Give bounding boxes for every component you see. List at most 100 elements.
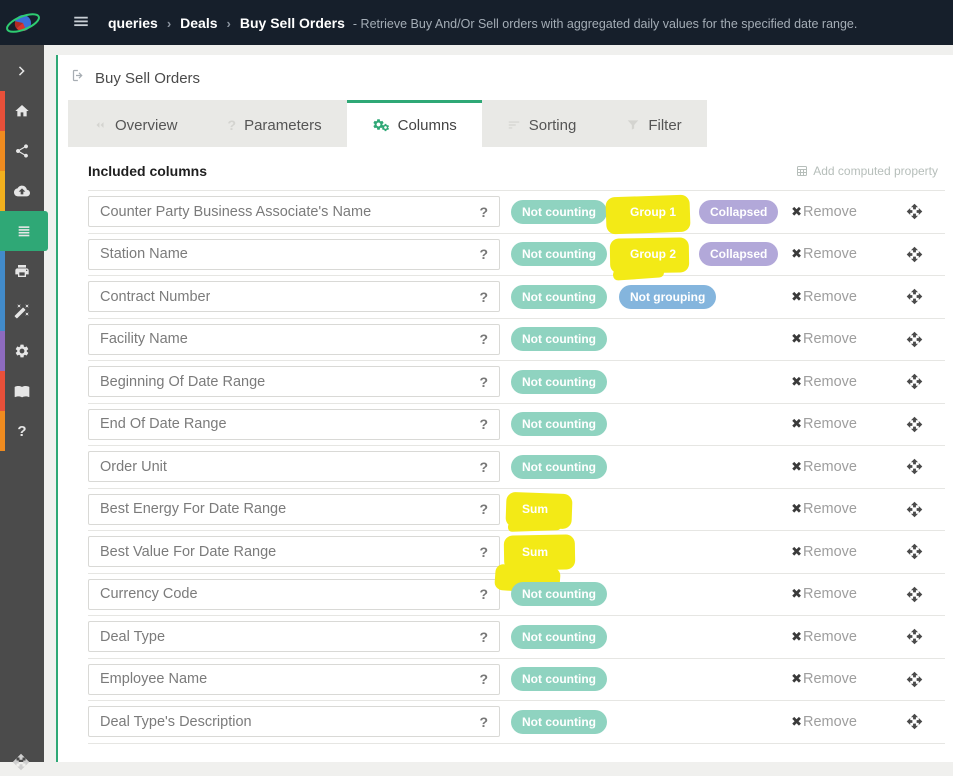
badge-not-counting[interactable]: Not counting xyxy=(511,242,607,266)
column-name-input[interactable]: Order Unit ? xyxy=(88,451,500,482)
move-handle-icon[interactable] xyxy=(906,203,923,220)
help-icon[interactable]: ? xyxy=(479,246,488,262)
add-computed-property-button[interactable]: Add computed property xyxy=(796,164,938,178)
column-name-input[interactable]: Counter Party Business Associate's Name … xyxy=(88,196,500,227)
remove-button[interactable]: ✖ Remove xyxy=(791,501,857,517)
move-handle-icon[interactable] xyxy=(906,501,923,518)
badge-collapsed[interactable]: Collapsed xyxy=(699,242,778,266)
badge-not-counting[interactable]: Not counting xyxy=(511,285,607,309)
remove-button[interactable]: ✖ Remove xyxy=(791,671,857,687)
remove-button[interactable]: ✖ Remove xyxy=(791,544,857,560)
help-icon[interactable]: ? xyxy=(479,374,488,390)
breadcrumb-queries[interactable]: queries xyxy=(108,15,158,31)
sign-out-icon xyxy=(71,68,86,88)
help-icon[interactable]: ? xyxy=(479,416,488,432)
tab-overview[interactable]: Overview xyxy=(68,100,203,147)
sidebar-item-upload[interactable] xyxy=(0,171,44,211)
app-logo[interactable] xyxy=(0,0,46,45)
header-menu-icon[interactable] xyxy=(72,13,92,33)
column-name-input[interactable]: End Of Date Range ? xyxy=(88,409,500,440)
sidebar-item-share[interactable] xyxy=(0,131,44,171)
sidebar-bottom-icon[interactable] xyxy=(12,753,30,771)
remove-button[interactable]: ✖ Remove xyxy=(791,416,857,432)
sidebar-item-print[interactable] xyxy=(0,251,44,291)
column-name-input[interactable]: Deal Type ? xyxy=(88,621,500,652)
help-icon[interactable]: ? xyxy=(479,501,488,517)
tab-filter[interactable]: Filter xyxy=(601,100,706,147)
move-handle-icon[interactable] xyxy=(906,713,923,730)
sidebar-item-wizard[interactable] xyxy=(0,291,44,331)
badge-not-counting[interactable]: Not counting xyxy=(511,710,607,734)
column-name-input[interactable]: Deal Type's Description ? xyxy=(88,706,500,737)
move-handle-icon[interactable] xyxy=(906,416,923,433)
badge-group-2[interactable]: Group 2 xyxy=(619,242,687,266)
remove-button[interactable]: ✖ Remove xyxy=(791,374,857,390)
remove-button[interactable]: ✖ Remove xyxy=(791,459,857,475)
tab-parameters[interactable]: ?Parameters xyxy=(203,100,347,147)
breadcrumb-deals[interactable]: Deals xyxy=(180,15,217,31)
badges: Not counting xyxy=(511,667,791,691)
move-handle-icon[interactable] xyxy=(906,458,923,475)
help-icon[interactable]: ? xyxy=(479,544,488,560)
move-handle-icon[interactable] xyxy=(906,246,923,263)
help-icon[interactable]: ? xyxy=(479,671,488,687)
badges: Not counting Group 2 Collapsed xyxy=(511,242,791,266)
badge-sum[interactable]: Sum xyxy=(511,540,559,564)
tab-columns[interactable]: Columns xyxy=(347,100,482,147)
badge-not-counting[interactable]: Not counting xyxy=(511,370,607,394)
sidebar-item-queries[interactable] xyxy=(0,211,48,251)
remove-button[interactable]: ✖ Remove xyxy=(791,331,857,347)
help-icon[interactable]: ? xyxy=(479,204,488,220)
column-name-input[interactable]: Best Energy For Date Range ? xyxy=(88,494,500,525)
move-handle-icon[interactable] xyxy=(906,628,923,645)
help-icon[interactable]: ? xyxy=(479,629,488,645)
column-row: Order Unit ? Not counting ✖ Remove xyxy=(88,446,945,489)
badge-not-counting[interactable]: Not counting xyxy=(511,667,607,691)
badge-sum[interactable]: Sum xyxy=(511,497,559,521)
remove-button[interactable]: ✖ Remove xyxy=(791,289,857,305)
move-handle-icon[interactable] xyxy=(906,586,923,603)
column-name-input[interactable]: Currency Code ? xyxy=(88,579,500,610)
column-name-input[interactable]: Facility Name ? xyxy=(88,324,500,355)
help-icon[interactable]: ? xyxy=(479,459,488,475)
remove-button[interactable]: ✖ Remove xyxy=(791,714,857,730)
move-handle-icon[interactable] xyxy=(906,543,923,560)
badge-not-counting[interactable]: Not counting xyxy=(511,200,607,224)
sidebar-item-home[interactable] xyxy=(0,91,44,131)
column-name-input[interactable]: Station Name ? xyxy=(88,239,500,270)
badges: Not counting xyxy=(511,370,791,394)
remove-button[interactable]: ✖ Remove xyxy=(791,629,857,645)
sidebar-item-help[interactable]: ? xyxy=(0,411,44,451)
column-name: Deal Type xyxy=(100,629,165,645)
remove-button[interactable]: ✖ Remove xyxy=(791,586,857,602)
move-handle-icon[interactable] xyxy=(906,288,923,305)
badge-not-counting[interactable]: Not counting xyxy=(511,412,607,436)
column-name-input[interactable]: Contract Number ? xyxy=(88,281,500,312)
remove-button[interactable]: ✖ Remove xyxy=(791,204,857,220)
remove-button[interactable]: ✖ Remove xyxy=(791,246,857,262)
badge-not-grouping[interactable]: Not grouping xyxy=(619,285,716,309)
badge-not-counting[interactable]: Not counting xyxy=(511,327,607,351)
column-name-input[interactable]: Best Value For Date Range ? xyxy=(88,536,500,567)
help-icon[interactable]: ? xyxy=(479,714,488,730)
badge-group-1[interactable]: Group 1 xyxy=(619,200,687,224)
badge-not-counting[interactable]: Not counting xyxy=(511,582,607,606)
top-header: queries › Deals › Buy Sell Orders - Retr… xyxy=(0,0,953,45)
help-icon[interactable]: ? xyxy=(479,289,488,305)
column-name-input[interactable]: Beginning Of Date Range ? xyxy=(88,366,500,397)
move-handle-icon[interactable] xyxy=(906,331,923,348)
sidebar-item-expand[interactable] xyxy=(0,51,44,91)
move-handle-icon[interactable] xyxy=(906,373,923,390)
badge-not-counting[interactable]: Not counting xyxy=(511,455,607,479)
sidebar-item-settings[interactable] xyxy=(0,331,44,371)
tab-sorting[interactable]: Sorting xyxy=(482,100,602,147)
help-icon[interactable]: ? xyxy=(479,331,488,347)
column-name-input[interactable]: Employee Name ? xyxy=(88,664,500,695)
chevron-right-icon xyxy=(14,63,30,79)
help-icon[interactable]: ? xyxy=(479,586,488,602)
breadcrumb-buy-sell-orders[interactable]: Buy Sell Orders xyxy=(240,15,345,31)
badge-collapsed[interactable]: Collapsed xyxy=(699,200,778,224)
move-handle-icon[interactable] xyxy=(906,671,923,688)
sidebar-item-documentation[interactable] xyxy=(0,371,44,411)
badge-not-counting[interactable]: Not counting xyxy=(511,625,607,649)
